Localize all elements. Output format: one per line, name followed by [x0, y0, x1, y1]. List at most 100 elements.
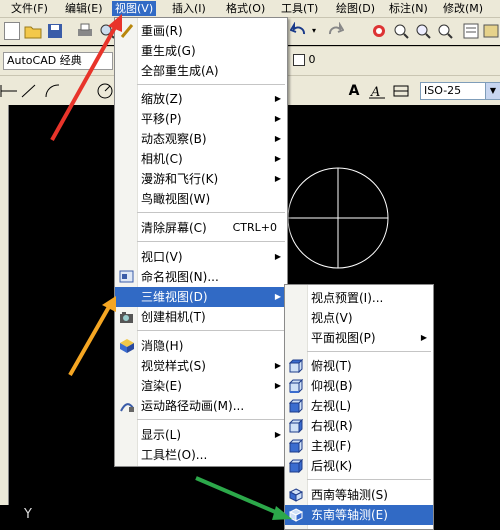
menu-item-display[interactable]: 显示(L) ▶ [115, 425, 287, 445]
menu-item-toolbars[interactable]: 工具栏(O)... [115, 445, 287, 465]
menu-item-clean-screen[interactable]: 清除屏幕(C) CTRL+0 [115, 218, 287, 238]
menu-separator [137, 84, 285, 85]
radius-dim-icon[interactable] [96, 82, 114, 100]
menu-item-se-isometric[interactable]: 东南等轴测(E) [285, 505, 433, 525]
workspace-value: AutoCAD 经典 [7, 54, 82, 67]
dim-text-edit-icon[interactable]: A [345, 82, 363, 100]
menu-item-redraw[interactable]: 重画(R) [115, 21, 287, 41]
zoom-window-icon[interactable] [414, 22, 432, 40]
bottom-view-icon [288, 378, 304, 394]
menu-item-sw-isometric[interactable]: 西南等轴测(S) [285, 485, 433, 505]
menu-item-front[interactable]: 主视(F) [285, 436, 433, 456]
open-folder-icon[interactable] [24, 22, 42, 40]
zoom-previous-icon[interactable] [436, 22, 454, 40]
linear-dim-icon[interactable] [0, 82, 18, 100]
menu-item-viewpoint-presets[interactable]: 视点预置(I)... [285, 288, 433, 308]
menu-bar: 文件(F) 编辑(E) 视图(V) 插入(I) 格式(O) 工具(T) 绘图(D… [0, 0, 500, 18]
menu-insert[interactable]: 插入(I) [169, 1, 209, 16]
design-center-icon[interactable] [482, 22, 500, 40]
menu-separator [137, 212, 285, 213]
properties-icon[interactable] [462, 22, 480, 40]
new-file-icon[interactable] [4, 22, 20, 40]
menu-item-regen[interactable]: 重生成(G) [115, 41, 287, 61]
save-icon[interactable] [46, 22, 64, 40]
redo-icon[interactable] [326, 21, 345, 40]
menu-item-visual-styles[interactable]: 视觉样式(S) ▶ [115, 356, 287, 376]
arc-length-icon[interactable] [44, 82, 62, 100]
hide-cube-icon [119, 338, 135, 354]
submenu-arrow-icon: ▶ [274, 174, 281, 183]
submenu-arrow-icon: ▶ [420, 333, 427, 342]
menu-view[interactable]: 视图(V) [112, 1, 157, 16]
menu-item-pan[interactable]: 平移(P) ▶ [115, 109, 287, 129]
layer-value: 0 [308, 53, 316, 66]
menu-item-bottom[interactable]: 仰视(B) [285, 376, 433, 396]
menu-item-orbit[interactable]: 动态观察(B) ▶ [115, 129, 287, 149]
menu-modify[interactable]: 修改(M) [440, 1, 486, 16]
y-axis-label: Y [24, 507, 32, 522]
menu-item-top[interactable]: 俯视(T) [285, 356, 433, 376]
menu-tools[interactable]: 工具(T) [278, 1, 321, 16]
menu-dimension[interactable]: 标注(N) [386, 1, 431, 16]
menu-separator [307, 479, 431, 480]
menu-item-left[interactable]: 左视(L) [285, 396, 433, 416]
menu-draw[interactable]: 绘图(D) [333, 1, 378, 16]
menu-format[interactable]: 格式(O) [223, 1, 268, 16]
dim-update-icon[interactable] [392, 82, 410, 100]
chevron-down-icon: ▼ [485, 83, 500, 99]
shortcut-label: CTRL+0 [232, 221, 277, 234]
menu-item-right[interactable]: 右视(R) [285, 416, 433, 436]
menu-separator [137, 419, 285, 420]
menu-separator [137, 330, 285, 331]
menu-item-render[interactable]: 渲染(E) ▶ [115, 376, 287, 396]
layer-color-icon [293, 54, 305, 66]
zoom-realtime-icon[interactable] [392, 22, 410, 40]
layer-dropdown[interactable]: 0 [290, 52, 498, 68]
submenu-arrow-icon: ▶ [274, 381, 281, 390]
menu-item-aerial-view[interactable]: 鸟瞰视图(W) [115, 189, 287, 209]
menu-item-regen-all[interactable]: 全部重生成(A) [115, 61, 287, 81]
dim-edit-icon[interactable]: A [368, 82, 386, 100]
menu-item-create-camera[interactable]: 创建相机(T) [115, 307, 287, 327]
submenu-arrow-icon: ▶ [274, 292, 281, 301]
menu-item-walk-fly[interactable]: 漫游和飞行(K) ▶ [115, 169, 287, 189]
print-icon[interactable] [76, 22, 94, 40]
named-view-icon [119, 269, 135, 285]
menu-item-plan-view[interactable]: 平面视图(P) ▶ [285, 328, 433, 348]
submenu-arrow-icon: ▶ [274, 430, 281, 439]
camera-icon [119, 309, 135, 325]
menu-separator [137, 241, 285, 242]
dim-style-dropdown[interactable]: ISO-25 ▼ [420, 82, 500, 100]
menu-item-viewpoint[interactable]: 视点(V) [285, 308, 433, 328]
pencil-icon [119, 23, 135, 39]
right-view-icon [288, 418, 304, 434]
aligned-dim-icon[interactable] [20, 82, 38, 100]
menu-edit[interactable]: 编辑(E) [62, 1, 106, 16]
left-draw-toolbar [0, 105, 9, 505]
back-view-icon [288, 458, 304, 474]
undo-icon[interactable] [289, 21, 308, 40]
menu-item-motion-path[interactable]: 运动路径动画(M)... [115, 396, 287, 416]
menu-item-hide[interactable]: 消隐(H) [115, 336, 287, 356]
menu-separator [307, 351, 431, 352]
menu-item-viewports[interactable]: 视口(V) ▶ [115, 247, 287, 267]
submenu-arrow-icon: ▶ [274, 361, 281, 370]
menu-item-named-views[interactable]: 命名视图(N)... [115, 267, 287, 287]
menu-item-back[interactable]: 后视(K) [285, 456, 433, 476]
pan-realtime-icon[interactable] [370, 22, 388, 40]
menu-file[interactable]: 文件(F) [8, 1, 51, 16]
submenu-arrow-icon: ▶ [274, 252, 281, 261]
circle-drawing [287, 167, 389, 269]
workspace-dropdown[interactable]: AutoCAD 经典 [3, 52, 113, 70]
top-view-icon [288, 358, 304, 374]
view3d-submenu: 视点预置(I)... 视点(V) 平面视图(P) ▶ 俯视(T) 仰视(B) 左视… [284, 284, 434, 530]
front-view-icon [288, 438, 304, 454]
menu-item-3d-views[interactable]: 三维视图(D) ▶ [115, 287, 287, 307]
menu-item-zoom[interactable]: 缩放(Z) ▶ [115, 89, 287, 109]
motion-path-icon [119, 398, 135, 414]
sw-iso-icon [288, 488, 304, 502]
menu-item-camera[interactable]: 相机(C) ▶ [115, 149, 287, 169]
submenu-arrow-icon: ▶ [274, 114, 281, 123]
dim-style-value: ISO-25 [424, 84, 462, 97]
left-view-icon [288, 398, 304, 414]
